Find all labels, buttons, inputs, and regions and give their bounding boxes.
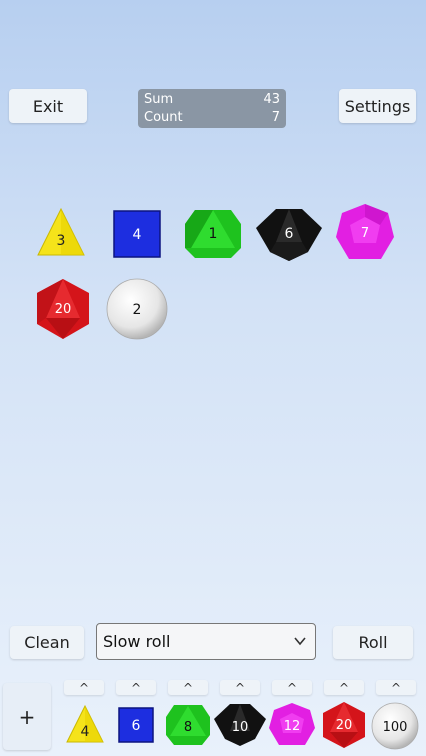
exit-button[interactable]: Exit xyxy=(9,89,87,123)
rolled-d8-die[interactable]: 1 xyxy=(185,208,241,260)
stats-panel: Sum 43 Count 7 xyxy=(138,89,286,128)
d10-up-button[interactable]: ^ xyxy=(220,680,260,695)
rolled-d10-value: 6 xyxy=(285,226,294,242)
d8-up-button[interactable]: ^ xyxy=(168,680,208,695)
tray-d100-button[interactable]: 100 xyxy=(371,702,419,750)
rolled-d10-die[interactable]: 6 xyxy=(256,208,322,262)
tray-d6-button[interactable]: 6 xyxy=(118,707,154,743)
roll-mode-value: Slow roll xyxy=(103,632,171,651)
rolled-d6-die[interactable]: 4 xyxy=(113,210,161,258)
rolled-d20-value: 20 xyxy=(55,302,72,317)
rolled-d12-die[interactable]: 7 xyxy=(336,203,394,263)
tray-d12-button[interactable]: 12 xyxy=(269,702,315,748)
d20-up-button[interactable]: ^ xyxy=(324,680,364,695)
roll-button[interactable]: Roll xyxy=(333,626,413,659)
tray-d10-button[interactable]: 10 xyxy=(214,703,266,747)
tray-d20-label: 20 xyxy=(336,718,353,733)
rolled-d100-die[interactable]: 2 xyxy=(106,278,168,340)
clean-button[interactable]: Clean xyxy=(10,626,84,659)
add-die-button[interactable]: + xyxy=(3,683,51,750)
d100-up-button[interactable]: ^ xyxy=(376,680,416,695)
rolled-d100-value: 2 xyxy=(133,302,142,318)
sum-value: 43 xyxy=(263,92,280,107)
d6-up-button[interactable]: ^ xyxy=(116,680,156,695)
tray-d10-label: 10 xyxy=(232,720,249,735)
settings-button[interactable]: Settings xyxy=(339,89,416,123)
tray-d100-label: 100 xyxy=(383,720,408,735)
chevron-down-icon xyxy=(294,637,306,646)
roll-mode-select[interactable]: Slow roll xyxy=(96,623,316,660)
rolled-d4-die[interactable]: 3 xyxy=(37,207,85,256)
rolled-d12-value: 7 xyxy=(361,226,369,241)
d12-up-button[interactable]: ^ xyxy=(272,680,312,695)
tray-d8-label: 8 xyxy=(184,720,192,735)
sum-label: Sum xyxy=(144,92,174,107)
tray-d8-button[interactable]: 8 xyxy=(166,704,210,746)
rolled-d20-die[interactable]: 20 xyxy=(35,278,91,340)
rolled-d8-value: 1 xyxy=(209,226,218,242)
count-value: 7 xyxy=(271,110,280,125)
tray-d4-button[interactable]: 4 xyxy=(66,704,104,743)
tray-d4-label: 4 xyxy=(81,724,90,740)
count-label: Count xyxy=(144,110,183,125)
rolled-d4-value: 3 xyxy=(57,233,66,249)
tray-d20-button[interactable]: 20 xyxy=(322,701,366,749)
tray-d6-label: 6 xyxy=(132,718,141,734)
rolled-d6-value: 4 xyxy=(133,227,142,243)
tray-d12-label: 12 xyxy=(284,719,301,734)
d4-up-button[interactable]: ^ xyxy=(64,680,104,695)
